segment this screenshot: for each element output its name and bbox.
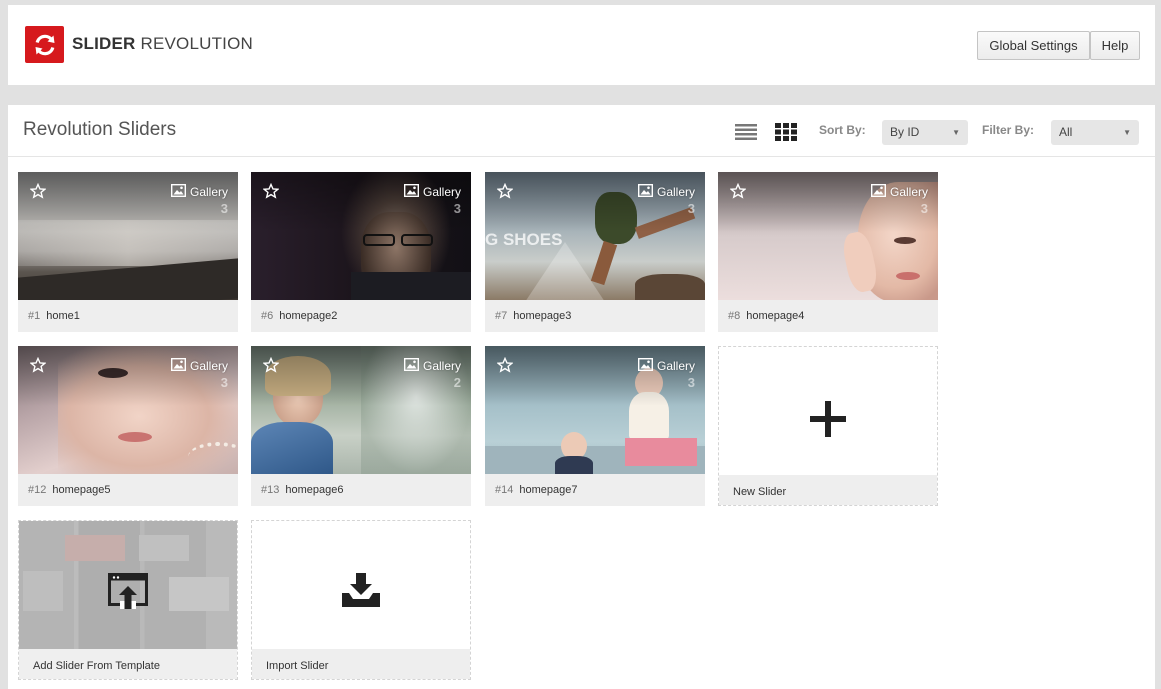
slide-count: 3 xyxy=(220,201,228,216)
sliders-panel: Revolution Sliders Sort By: By ID ▼ Filt… xyxy=(8,105,1155,689)
brand-bold: SLIDER xyxy=(72,34,136,53)
filter-select[interactable]: All ▼ xyxy=(1051,120,1139,145)
slider-name: homepage4 xyxy=(746,310,805,322)
slider-card[interactable]: Gallery 2 #13 homepage6 xyxy=(251,346,471,506)
slider-card[interactable]: Gallery 3 #12 homepage5 xyxy=(18,346,238,506)
slider-id: #12 xyxy=(28,484,47,496)
slider-id: #1 xyxy=(28,310,41,322)
brand-title: SLIDER REVOLUTION xyxy=(72,34,253,54)
panel-header: Revolution Sliders Sort By: By ID ▼ Filt… xyxy=(8,105,1155,157)
slide-count: 3 xyxy=(687,201,695,216)
page-title: Revolution Sliders xyxy=(23,119,177,140)
slider-card[interactable]: G SHOES Gallery 3 #7 homepage3 xyxy=(485,172,705,332)
sort-value: By ID xyxy=(890,125,920,139)
gallery-icon xyxy=(871,184,886,197)
gallery-icon xyxy=(171,184,186,197)
slider-type: Gallery xyxy=(189,185,228,199)
slider-caption: #14 homepage7 xyxy=(495,484,577,496)
brand-light: REVOLUTION xyxy=(140,34,254,53)
gallery-icon xyxy=(171,358,186,371)
slider-caption: #7 homepage3 xyxy=(495,310,571,322)
slider-name: homepage6 xyxy=(285,484,344,496)
sort-select[interactable]: By ID ▼ xyxy=(882,120,968,145)
favorite-star-icon[interactable] xyxy=(30,183,46,199)
caret-down-icon: ▼ xyxy=(1123,128,1131,137)
gallery-icon xyxy=(404,358,419,371)
gallery-icon xyxy=(404,184,419,197)
favorite-star-icon[interactable] xyxy=(263,183,279,199)
slider-name: homepage7 xyxy=(519,484,578,496)
slider-card[interactable]: Gallery 3 #8 homepage4 xyxy=(718,172,938,332)
global-settings-button[interactable]: Global Settings xyxy=(977,31,1090,60)
slider-type: Gallery xyxy=(656,359,695,373)
add-from-template-button[interactable]: Add Slider From Template xyxy=(18,520,238,680)
list-view-icon[interactable] xyxy=(735,124,757,140)
plus-icon xyxy=(810,401,846,437)
slide-count: 3 xyxy=(220,375,228,390)
import-slider-label: Import Slider xyxy=(266,660,329,672)
slider-type: Gallery xyxy=(422,185,461,199)
slider-id: #6 xyxy=(261,310,274,322)
slider-type: Gallery xyxy=(189,359,228,373)
gallery-icon xyxy=(638,184,653,197)
new-slider-label: New Slider xyxy=(733,486,787,498)
template-upload-icon xyxy=(108,573,148,609)
help-button[interactable]: Help xyxy=(1090,31,1140,60)
slider-card[interactable]: Gallery 3 #1 home1 xyxy=(18,172,238,332)
slide-count: 3 xyxy=(687,375,695,390)
add-from-template-label: Add Slider From Template xyxy=(33,660,160,672)
top-header: SLIDER REVOLUTION Global Settings Help xyxy=(8,5,1155,85)
slide-count: 3 xyxy=(453,201,461,216)
slider-caption: #12 homepage5 xyxy=(28,484,110,496)
new-slider-button[interactable]: New Slider xyxy=(718,346,938,506)
slider-id: #7 xyxy=(495,310,508,322)
caret-down-icon: ▼ xyxy=(952,128,960,137)
refresh-icon xyxy=(35,34,54,55)
slider-id: #13 xyxy=(261,484,280,496)
slide-count: 2 xyxy=(453,375,461,390)
slider-id: #14 xyxy=(495,484,514,496)
slider-caption: #8 homepage4 xyxy=(728,310,804,322)
slider-card[interactable]: Gallery 3 #6 homepage2 xyxy=(251,172,471,332)
filter-value: All xyxy=(1059,125,1073,139)
slider-card[interactable]: Gallery 3 #14 homepage7 xyxy=(485,346,705,506)
slider-name: homepage3 xyxy=(513,310,572,322)
logo xyxy=(25,26,64,63)
favorite-star-icon[interactable] xyxy=(497,183,513,199)
favorite-star-icon[interactable] xyxy=(497,357,513,373)
import-slider-button[interactable]: Import Slider xyxy=(251,520,471,680)
slider-name: home1 xyxy=(46,310,80,322)
slider-type: Gallery xyxy=(656,185,695,199)
slider-caption: #1 home1 xyxy=(28,310,80,322)
slider-name: homepage5 xyxy=(52,484,111,496)
favorite-star-icon[interactable] xyxy=(30,357,46,373)
slider-id: #8 xyxy=(728,310,741,322)
download-tray-icon xyxy=(342,573,380,607)
slider-type: Gallery xyxy=(422,359,461,373)
grid-view-icon[interactable] xyxy=(775,123,797,141)
favorite-star-icon[interactable] xyxy=(263,357,279,373)
favorite-star-icon[interactable] xyxy=(730,183,746,199)
filter-label: Filter By: xyxy=(982,123,1035,137)
slide-count: 3 xyxy=(920,201,928,216)
sort-label: Sort By: xyxy=(819,123,866,137)
slider-caption: #6 homepage2 xyxy=(261,310,337,322)
gallery-icon xyxy=(638,358,653,371)
slider-name: homepage2 xyxy=(279,310,338,322)
slider-type: Gallery xyxy=(889,185,928,199)
slider-caption: #13 homepage6 xyxy=(261,484,343,496)
